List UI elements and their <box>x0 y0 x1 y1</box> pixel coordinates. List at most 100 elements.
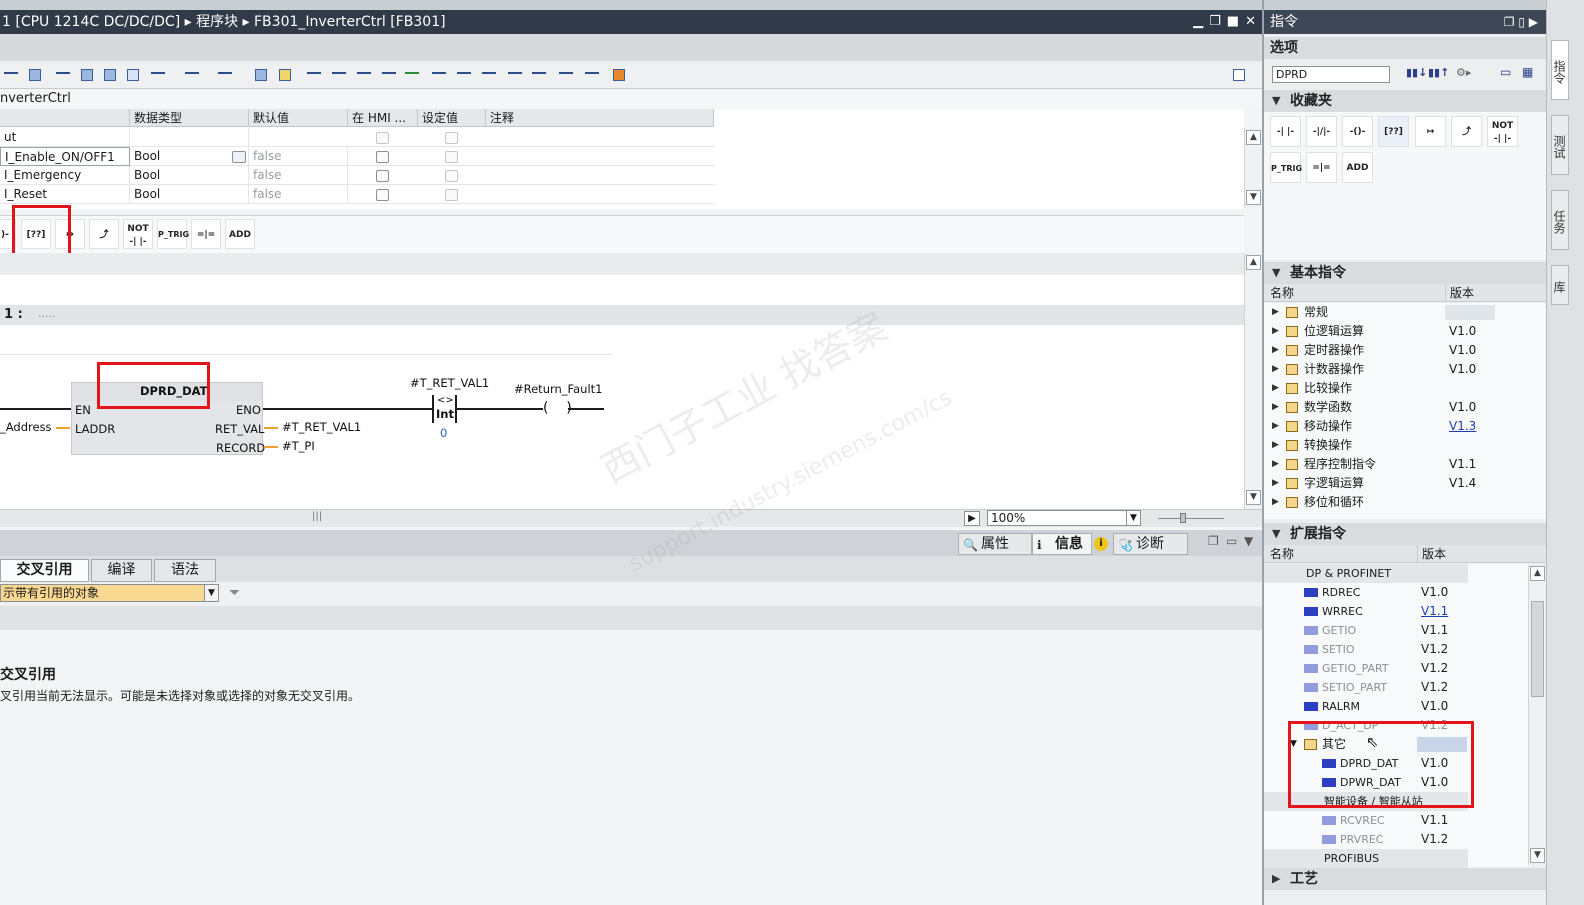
search-down-icon[interactable]: ▮▮↓ <box>1406 66 1427 79</box>
list-item[interactable]: ▶ 计数器操作 V1.0 <box>1264 360 1528 379</box>
toolbar-icon[interactable] <box>380 66 398 84</box>
compare-operand[interactable]: #T_RET_VAL1 <box>410 376 489 390</box>
toolbar-icon[interactable] <box>480 66 498 84</box>
network-comment-row[interactable] <box>0 329 612 355</box>
toolbar-icon[interactable] <box>455 66 473 84</box>
list-item[interactable]: RALRM V1.0 <box>1264 697 1528 716</box>
zoom-select[interactable]: 100% ▼ <box>987 510 1141 526</box>
empty-box-icon[interactable]: [??] <box>1378 116 1409 147</box>
layout-grid-icon[interactable]: ▦ <box>1522 65 1533 79</box>
table-row[interactable]: I_Reset Bool false <box>0 185 714 204</box>
scroll-grip-icon[interactable]: ||| <box>312 511 322 522</box>
taskcard-window-icons[interactable]: ❐ ▯ ▶ <box>1504 10 1538 34</box>
tab-cross-reference[interactable]: 交叉引用 <box>0 559 89 582</box>
list-item[interactable]: SETIO V1.2 <box>1264 640 1528 659</box>
toolbar-icon[interactable] <box>506 66 524 84</box>
table-row[interactable]: ut <box>0 128 714 147</box>
compare-icon[interactable]: =|= <box>1306 152 1337 183</box>
minimize-icon[interactable]: ▭ <box>1226 534 1237 548</box>
add-icon[interactable]: ADD <box>1342 152 1373 183</box>
toolbar-icon[interactable] <box>26 66 44 84</box>
col-header-hmi[interactable]: 在 HMI ... <box>348 109 418 127</box>
scroll-up-icon[interactable]: ▲ <box>1530 566 1545 581</box>
toolbar-icon[interactable] <box>78 66 96 84</box>
maximize-icon[interactable]: ■ <box>1227 10 1239 34</box>
toolbar-icon[interactable] <box>183 66 201 84</box>
record-operand[interactable]: #T_PI <box>282 439 315 453</box>
open-branch-icon[interactable]: ↦ <box>1415 116 1446 147</box>
item-version-link[interactable]: V1.3 <box>1449 417 1476 436</box>
filter-icon[interactable]: ⏷ <box>229 585 240 601</box>
toolbar-icon[interactable] <box>124 66 142 84</box>
basic-instructions-header[interactable]: ▼ 基本指令 <box>1264 262 1546 284</box>
scroll-up-icon[interactable]: ▲ <box>1246 255 1261 270</box>
scroll-down-icon[interactable]: ▼ <box>1246 190 1261 205</box>
close-branch-icon[interactable]: ⤴ <box>89 219 119 249</box>
col-header-default[interactable]: 默认值 <box>249 109 348 127</box>
add-icon[interactable]: ADD <box>225 219 255 249</box>
toolbar-icon[interactable] <box>305 66 323 84</box>
compare-value[interactable]: 0 <box>440 426 447 440</box>
list-item[interactable]: SETIO_PART V1.2 <box>1264 678 1528 697</box>
hmi-checkbox[interactable] <box>376 170 389 182</box>
toolbar-icon[interactable] <box>149 66 167 84</box>
toolbar-icon[interactable] <box>430 66 448 84</box>
side-tab-tasks[interactable]: 任务 <box>1551 190 1569 250</box>
side-tab-test[interactable]: 测试 <box>1551 115 1569 175</box>
scroll-down-icon[interactable]: ▼ <box>1246 490 1261 505</box>
col-header-comment[interactable]: 注释 <box>486 109 714 127</box>
not-contact-icon[interactable]: NOT -| |- <box>1487 116 1518 147</box>
ret-val-operand[interactable]: #T_RET_VAL1 <box>282 420 361 434</box>
interface-scrollbar[interactable]: ▲ ▼ <box>1244 128 1262 208</box>
compare-icon[interactable]: =|= <box>191 219 221 249</box>
tab-syntax[interactable]: 语法 <box>154 559 216 582</box>
list-item[interactable]: ▶ 移位和循环 <box>1264 493 1528 512</box>
list-group[interactable]: PROFIBUS <box>1264 849 1468 868</box>
list-item[interactable]: ▶ 移动操作 V1.3 <box>1264 417 1528 436</box>
close-icon[interactable]: ✕ <box>1245 10 1256 34</box>
chevron-down-icon[interactable]: ▼ <box>1126 510 1140 526</box>
toolbar-icon[interactable] <box>610 66 628 84</box>
toolbar-icon[interactable] <box>557 66 575 84</box>
list-item[interactable]: ▶ 比较操作 <box>1264 379 1528 398</box>
chevron-right-icon[interactable]: ▶ <box>964 511 980 526</box>
laddr-operand[interactable]: _Address <box>0 420 52 434</box>
restore-icon[interactable]: ❐ <box>1208 534 1219 548</box>
toolbar-icon[interactable] <box>54 66 72 84</box>
zoom-slider-thumb[interactable] <box>1180 513 1186 523</box>
col-header-name[interactable] <box>0 109 130 127</box>
table-row[interactable]: I_Enable_ON/OFF1 Bool false <box>0 147 714 166</box>
list-item[interactable]: WRREC V1.1 <box>1264 602 1528 621</box>
item-version-link[interactable]: V1.1 <box>1421 602 1448 621</box>
xref-filter-select[interactable]: 示带有引用的对象 ▼ <box>0 584 219 602</box>
toolbar-icon[interactable] <box>216 66 234 84</box>
extended-instructions-header[interactable]: ▼ 扩展指令 <box>1264 523 1546 545</box>
extended-scrollbar[interactable]: ▲ ▼ <box>1528 565 1546 865</box>
toolbar-icon[interactable] <box>2 66 20 84</box>
table-row[interactable]: I_Emergency Bool false <box>0 166 714 185</box>
tab-info[interactable]: ℹ 信息 <box>1032 533 1092 555</box>
toolbar-icon[interactable] <box>530 66 548 84</box>
setpoint-checkbox[interactable] <box>445 170 458 182</box>
coil-icon[interactable]: -()- <box>1342 116 1373 147</box>
options-menu-icon[interactable]: ⚙▸ <box>1456 66 1471 79</box>
toolbar-icon[interactable] <box>355 66 373 84</box>
chevron-down-icon[interactable]: ▼ <box>1244 534 1253 548</box>
layout-icon[interactable]: ▭ <box>1500 65 1511 79</box>
list-item[interactable]: ▶ 程序控制指令 V1.1 <box>1264 455 1528 474</box>
instruction-search-input[interactable]: DPRD <box>1272 66 1390 83</box>
list-item[interactable]: ▶ 转换操作 <box>1264 436 1528 455</box>
favorites-header[interactable]: ▼ 收藏夹 <box>1264 90 1546 112</box>
list-item[interactable]: GETIO V1.1 <box>1264 621 1528 640</box>
list-item[interactable]: GETIO_PART V1.2 <box>1264 659 1528 678</box>
setpoint-checkbox[interactable] <box>445 132 458 144</box>
list-item[interactable]: RCVREC V1.1 <box>1264 811 1528 830</box>
side-tab-libraries[interactable]: 库 <box>1551 265 1569 305</box>
setpoint-checkbox[interactable] <box>445 151 458 163</box>
list-group[interactable]: DP & PROFINET <box>1264 564 1468 583</box>
scroll-down-icon[interactable]: ▼ <box>1530 848 1545 863</box>
list-item[interactable]: ▶ 常规 <box>1264 303 1528 322</box>
list-item[interactable]: RDREC V1.0 <box>1264 583 1528 602</box>
restore-icon[interactable]: ❐ <box>1209 10 1221 34</box>
tab-properties[interactable]: 🔍 属性 <box>958 533 1032 555</box>
